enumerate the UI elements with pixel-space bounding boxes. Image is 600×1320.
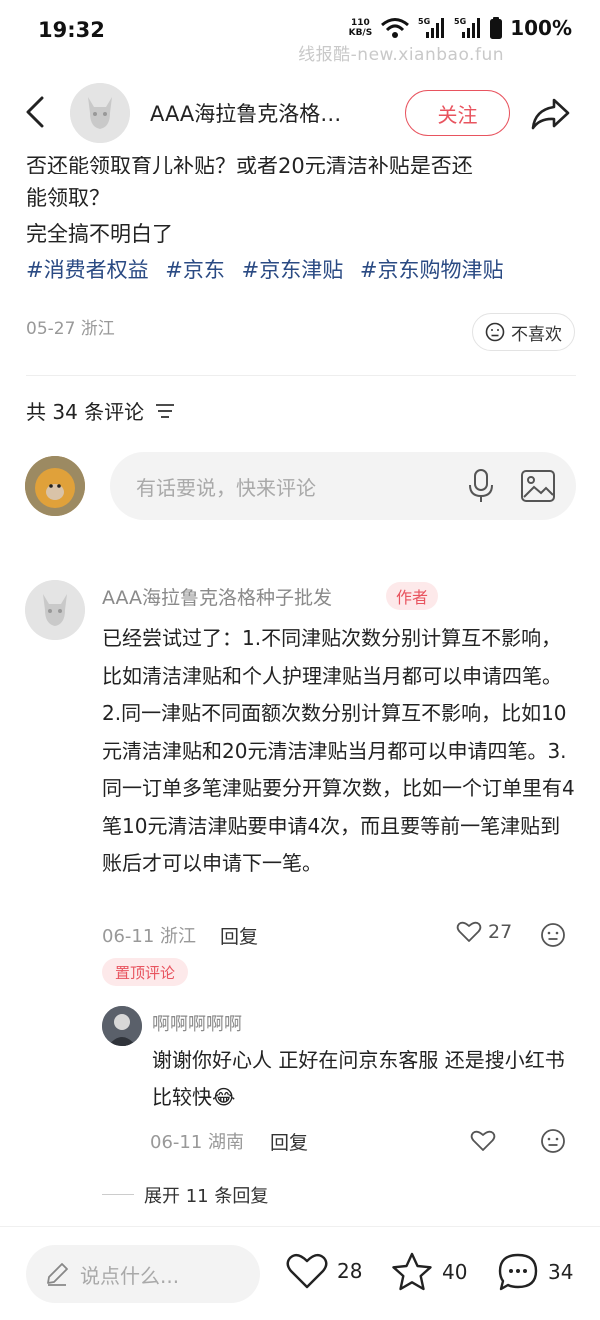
cell-signal-icon: 5G [454,17,481,38]
share-icon[interactable] [528,94,572,134]
comment-count-label: 共 34 条评论 [26,400,145,424]
comment-input[interactable]: 有话要说，快来评论 [110,452,576,520]
heart-icon[interactable] [470,1128,496,1154]
microphone-icon[interactable] [466,468,496,504]
reply-text: 谢谢你好心人 正好在问京东客服 还是搜小红书比较快😂 [152,1048,565,1109]
avatar-placeholder-icon [70,83,130,143]
tag-link[interactable]: #京东 [165,258,225,282]
commenter-name[interactable]: AAA海拉鲁克洛格种子批发 [102,583,332,610]
reply-reply-button[interactable]: 回复 [270,1128,308,1155]
favorite-count: 40 [442,1260,468,1284]
post-date-location: 05-27 浙江 [26,319,115,339]
monkey-avatar-icon [25,456,85,516]
battery-icon [490,17,503,39]
tag-link[interactable]: #京东购物津贴 [360,258,504,282]
wifi-icon [381,18,410,38]
svg-text:5G: 5G [418,17,430,26]
bottom-comment-input[interactable]: 说点什么... [26,1245,260,1303]
expand-replies-button[interactable]: 展开 11 条回复 [144,1182,268,1208]
commenter-avatar[interactable] [25,580,85,640]
comment-like-count: 27 [488,921,513,943]
divider [26,375,576,376]
network-speed: 110 KB/S [348,18,373,38]
header: AAA海拉鲁克洛格… 关注 [0,70,600,156]
heart-icon [286,1253,328,1289]
author-avatar[interactable] [70,83,130,143]
status-time: 19:32 [38,18,105,42]
replier-avatar[interactable] [102,1006,142,1046]
replier-name[interactable]: 啊啊啊啊啊 [152,1010,242,1036]
pinned-badge: 置顶评论 [102,958,188,986]
avatar-photo-icon [102,1006,142,1046]
like-count: 28 [337,1259,363,1283]
cell-signal-icon: 5G [418,17,445,38]
status-icons: 110 KB/S 5G 5G 100% [349,16,572,40]
bottom-bar: 说点什么... 28 40 34 [0,1226,600,1320]
comment-text: 已经尝试过了：1.不同津贴次数分别计算互不影响，比如清洁津贴和个人护理津贴当月都… [102,626,575,875]
frown-face-icon [485,322,505,342]
star-icon [392,1252,432,1291]
comment-input-placeholder: 有话要说，快来评论 [136,476,316,500]
battery-level: 100% [510,16,572,40]
author-badge: 作者 [386,582,438,610]
comment-reply-button[interactable]: 回复 [220,922,258,949]
back-arrow-icon[interactable] [18,92,58,132]
comment-like-button[interactable]: 27 [456,920,512,944]
dislike-button[interactable]: 不喜欢 [472,313,575,351]
speech-bubble-icon [498,1253,538,1291]
comment-button[interactable]: 34 [496,1251,573,1293]
status-bar: 19:32 110 KB/S 5G 5G 100% 线报酷-new.xianba… [0,0,600,66]
emoji-face-icon[interactable] [540,1128,566,1154]
post-tags: #消费者权益 #京东 #京东津贴 #京东购物津贴 [26,254,514,284]
tag-link[interactable]: #消费者权益 [26,258,149,282]
post-text-line: 完全搞不明白了 [26,222,173,246]
expand-divider [102,1194,134,1195]
dislike-label: 不喜欢 [511,324,562,345]
like-button[interactable]: 28 [285,1251,362,1291]
watermark: 线报酷-new.xianbao.fun [298,45,504,65]
comment-count: 34 [548,1260,574,1284]
bottom-input-placeholder: 说点什么... [80,1264,180,1288]
svg-text:5G: 5G [454,17,466,26]
sort-icon[interactable] [154,402,176,420]
comment-date-location: 06-11 浙江 [102,926,197,947]
author-name[interactable]: AAA海拉鲁克洛格… [150,98,382,128]
reply-date-location: 06-11 湖南 [150,1132,245,1153]
avatar-placeholder-icon [25,580,85,640]
favorite-button[interactable]: 40 [390,1251,467,1293]
post-text-line: 能领取？ [26,186,110,210]
follow-button[interactable]: 关注 [405,90,510,136]
my-avatar[interactable] [25,456,85,516]
pencil-icon [47,1263,68,1286]
comment-count-header: 共 34 条评论 [26,396,176,425]
emoji-face-icon[interactable] [540,922,566,948]
heart-icon [456,921,482,942]
image-icon[interactable] [520,468,556,504]
tag-link[interactable]: #京东津贴 [242,258,344,282]
